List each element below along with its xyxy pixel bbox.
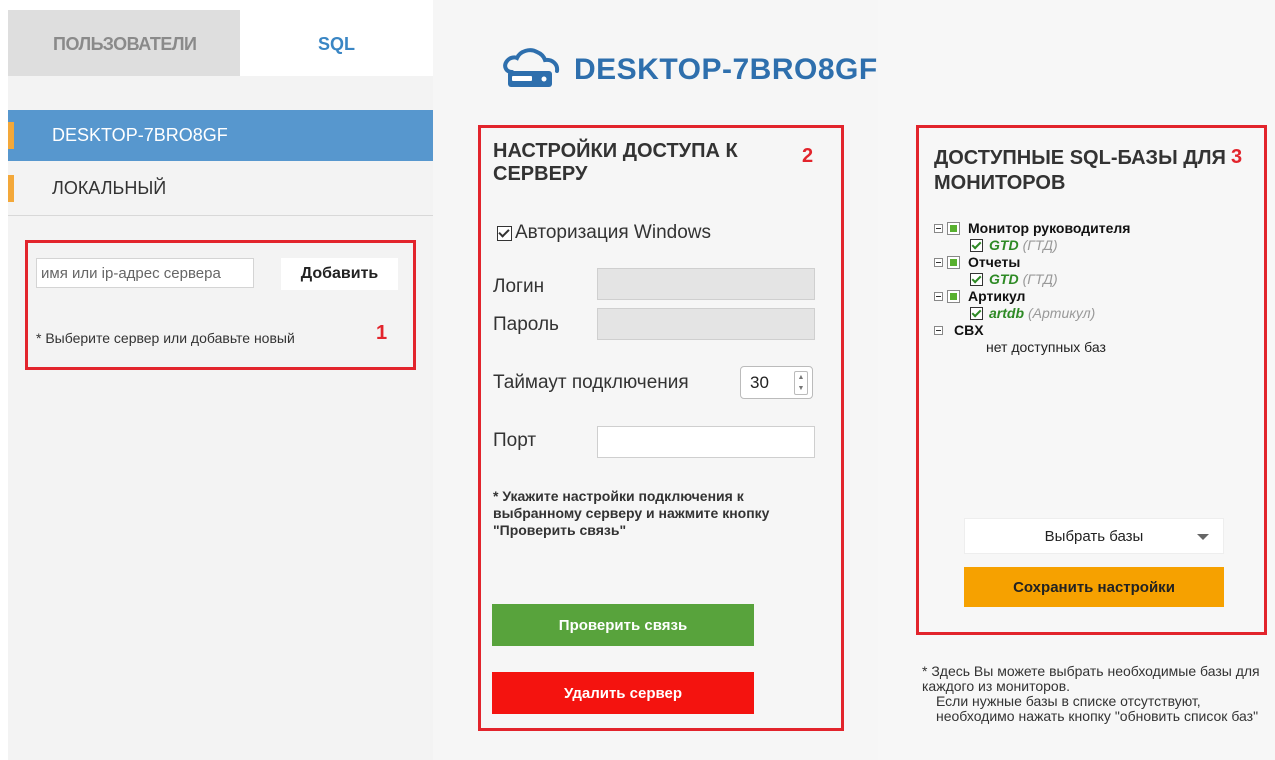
hint-line-1: * Здесь Вы можете выбрать необходимые ба… <box>922 663 1260 694</box>
db-checkbox[interactable] <box>970 307 983 320</box>
tree-node-label: Монитор руководителя <box>968 220 1131 236</box>
access-hint: * Укажите настройки подключения к выбран… <box>493 488 770 538</box>
select-databases-label: Выбрать базы <box>1044 527 1144 545</box>
tree-leaf[interactable]: artdb (Артикул) <box>934 305 1254 322</box>
collapse-icon[interactable] <box>934 326 943 335</box>
tab-users[interactable]: ПОЛЬЗОВАТЕЛИ <box>8 10 240 76</box>
monitor-checkbox[interactable] <box>947 222 960 235</box>
spin-up-icon[interactable]: ▲ <box>798 374 805 381</box>
port-input[interactable] <box>597 426 815 458</box>
tree-node-label: Артикул <box>968 288 1026 304</box>
server-item-desktop[interactable]: DESKTOP-7BRO8GF <box>8 110 433 161</box>
annotation-number-2: 2 <box>802 145 814 167</box>
tree-node[interactable]: Монитор руководителя <box>934 220 1254 237</box>
monitor-checkbox[interactable] <box>947 256 960 269</box>
timeout-value: 30 <box>750 372 769 392</box>
tree-node[interactable]: CBX <box>934 322 1254 339</box>
db-name: artdb <box>989 305 1024 321</box>
db-name: GTD <box>989 271 1019 287</box>
db-name: GTD <box>989 237 1019 253</box>
tree-node[interactable]: Отчеты <box>934 254 1254 271</box>
databases-hint: * Здесь Вы можете выбрать необходимые ба… <box>922 664 1272 724</box>
save-settings-button[interactable]: Сохранить настройки <box>964 567 1224 607</box>
delete-server-button[interactable]: Удалить сервер <box>492 672 754 714</box>
db-alias: (ГТД) <box>1022 237 1058 253</box>
check-connection-button[interactable]: Проверить связь <box>492 604 754 646</box>
spinner-buttons[interactable]: ▲ ▼ <box>794 371 808 395</box>
select-databases-dropdown[interactable]: Выбрать базы <box>964 518 1224 554</box>
login-input[interactable] <box>597 268 815 300</box>
monitor-db-tree: Монитор руководителя GTD (ГТД) Отчеты GT… <box>934 220 1254 356</box>
spin-down-icon[interactable]: ▼ <box>798 385 805 392</box>
checkbox-icon <box>497 225 512 241</box>
monitor-checkbox[interactable] <box>947 290 960 303</box>
timeout-stepper[interactable]: 30 ▲ ▼ <box>740 366 813 399</box>
windows-auth-label: Авторизация Windows <box>515 222 712 243</box>
tree-leaf[interactable]: GTD (ГТД) <box>934 271 1254 288</box>
timeout-label: Таймаут подключения <box>493 372 689 393</box>
annotation-number-1: 1 <box>376 322 388 344</box>
password-label: Пароль <box>493 314 559 335</box>
collapse-icon[interactable] <box>934 258 943 267</box>
server-address-input[interactable] <box>36 258 254 288</box>
add-server-hint: * Выберите сервер или добавьте новый <box>36 330 295 346</box>
add-server-button[interactable]: Добавить <box>281 258 398 290</box>
databases-title: ДОСТУПНЫЕ SQL-БАЗЫ ДЛЯ МОНИТОРОВ <box>934 147 1226 194</box>
login-label: Логин <box>493 276 545 297</box>
password-input[interactable] <box>597 308 815 340</box>
tab-sql[interactable]: SQL <box>240 10 433 76</box>
db-alias: (ГТД) <box>1022 271 1058 287</box>
tree-node-label: CBX <box>954 322 984 338</box>
server-title: DESKTOP-7BRO8GF <box>574 53 878 86</box>
item-marker <box>8 175 14 202</box>
db-checkbox[interactable] <box>970 239 983 252</box>
cloud-server-icon <box>503 48 560 87</box>
windows-auth-checkbox[interactable]: Авторизация Windows <box>497 222 711 244</box>
server-item-local[interactable]: ЛОКАЛЬНЫЙ <box>8 161 433 216</box>
collapse-icon[interactable] <box>934 292 943 301</box>
annotation-number-3: 3 <box>1231 146 1243 168</box>
tree-node[interactable]: Артикул <box>934 288 1254 305</box>
server-header: DESKTOP-7BRO8GF <box>500 48 878 92</box>
port-label: Порт <box>493 430 537 451</box>
access-settings-title: НАСТРОЙКИ ДОСТУПА К СЕРВЕРУ <box>493 140 738 185</box>
db-alias: (Артикул) <box>1028 305 1096 321</box>
active-marker <box>8 122 14 149</box>
hint-line-2: Если нужные базы в списке отсутствуют, н… <box>936 693 1259 724</box>
annotation-box-3 <box>916 125 1267 635</box>
db-checkbox[interactable] <box>970 273 983 286</box>
server-item-label: DESKTOP-7BRO8GF <box>52 125 228 145</box>
chevron-down-icon <box>1197 534 1209 540</box>
no-databases-text: нет доступных баз <box>986 339 1106 355</box>
tree-leaf[interactable]: GTD (ГТД) <box>934 237 1254 254</box>
collapse-icon[interactable] <box>934 224 943 233</box>
tree-node-label: Отчеты <box>968 254 1021 270</box>
server-item-label: ЛОКАЛЬНЫЙ <box>52 178 167 198</box>
